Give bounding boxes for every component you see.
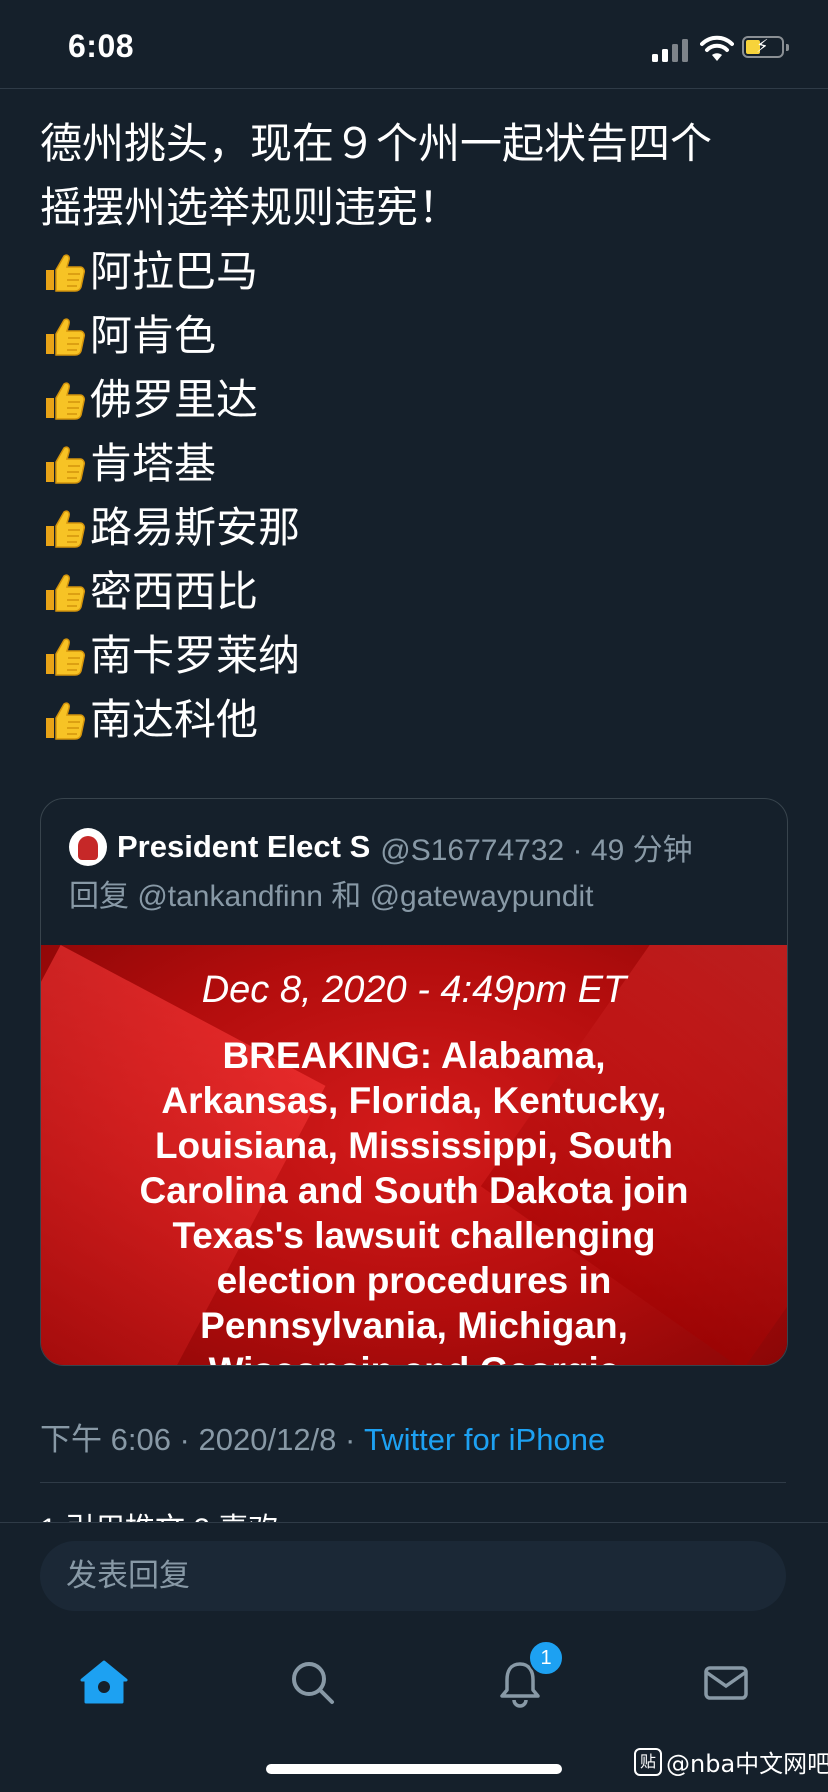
search-icon[interactable] xyxy=(282,1652,342,1712)
status-time: 6:08 xyxy=(68,28,135,64)
state-name: 南达科他 xyxy=(90,695,259,744)
state-line: 阿拉巴马 xyxy=(40,240,800,304)
quoted-author-handle-time: @S16774732 · 49 分钟 xyxy=(380,834,693,867)
notification-badge: 1 xyxy=(528,1640,564,1676)
wifi-icon xyxy=(700,35,734,61)
state-line: 佛罗里达 xyxy=(40,368,800,432)
state-list: 阿拉巴马阿肯色佛罗里达肯塔基路易斯安那密西西比南卡罗莱纳南达科他 xyxy=(40,240,800,752)
reply-input[interactable] xyxy=(40,1541,786,1611)
battery-icon: ⚡ xyxy=(742,36,789,58)
state-name: 肯塔基 xyxy=(90,439,217,488)
tweet-line: 德州挑头，现在９个州一起状告四个 xyxy=(40,119,713,168)
state-line: 阿肯色 xyxy=(40,304,800,368)
tweet-timestamp: 下午 6:06 · 2020/12/8 · Twitter for iPhone xyxy=(40,1414,605,1459)
thumbs-up-icon xyxy=(40,248,88,296)
thumbs-up-icon xyxy=(40,632,88,680)
tweet-time-date: 下午 6:06 · 2020/12/8 · xyxy=(40,1422,364,1457)
state-line: 路易斯安那 xyxy=(40,496,800,560)
home-icon[interactable] xyxy=(74,1652,134,1712)
quoted-tweet-image[interactable]: Dec 8, 2020 - 4:49pm ET BREAKING: Alabam… xyxy=(41,945,787,1365)
quoted-tweet-card[interactable]: President Elect S @S16774732 · 49 分钟 回复 … xyxy=(40,798,788,1366)
thumbs-up-icon xyxy=(40,696,88,744)
state-name: 南卡罗莱纳 xyxy=(90,631,301,680)
status-bar: 6:08 ⚡ xyxy=(0,0,828,89)
state-line: 肯塔基 xyxy=(40,432,800,496)
messages-icon[interactable] xyxy=(696,1652,756,1712)
state-name: 阿肯色 xyxy=(90,311,217,360)
thumbs-up-icon xyxy=(40,312,88,360)
thumbs-up-icon xyxy=(40,568,88,616)
tweet-source-link[interactable]: Twitter for iPhone xyxy=(364,1422,605,1457)
tweet-line: 摇摆州选举规则违宪！ xyxy=(40,183,461,232)
state-line: 南达科他 xyxy=(40,688,800,752)
state-name: 佛罗里达 xyxy=(90,375,259,424)
watermark-text: @nba中文网吧 xyxy=(666,1750,828,1778)
cellular-signal-icon xyxy=(652,38,692,62)
state-line: 南卡罗莱纳 xyxy=(40,624,800,688)
tweet-text: 德州挑头，现在９个州一起状告四个 摇摆州选举规则违宪！ 阿拉巴马阿肯色佛罗里达肯… xyxy=(40,112,800,752)
quoted-author-name: President Elect S xyxy=(117,829,371,864)
avatar[interactable] xyxy=(69,828,107,866)
thumbs-up-icon xyxy=(40,440,88,488)
image-headline: BREAKING: Alabama, Arkansas, Florida, Ke… xyxy=(139,1035,689,1365)
reply-bar xyxy=(0,1522,828,1623)
thumbs-up-icon xyxy=(40,376,88,424)
state-name: 阿拉巴马 xyxy=(90,247,259,296)
thumbs-up-icon xyxy=(40,504,88,552)
state-name: 密西西比 xyxy=(90,567,259,616)
quoted-tweet-header: President Elect S @S16774732 · 49 分钟 xyxy=(69,827,693,867)
quoted-reply-line: 回复 @tankandfinn 和 @gatewaypundit xyxy=(69,880,594,913)
watermark-logo: 贴 xyxy=(634,1747,662,1776)
image-date: Dec 8, 2020 - 4:49pm ET xyxy=(201,969,627,1011)
state-line: 密西西比 xyxy=(40,560,800,624)
watermark: 贴 @nba中文网吧 xyxy=(634,1744,828,1779)
tweet-stats[interactable]: 1 引用推文 2 喜欢 xyxy=(40,1504,278,1524)
home-indicator[interactable] xyxy=(266,1764,562,1774)
divider xyxy=(40,1482,786,1483)
state-name: 路易斯安那 xyxy=(90,503,301,552)
